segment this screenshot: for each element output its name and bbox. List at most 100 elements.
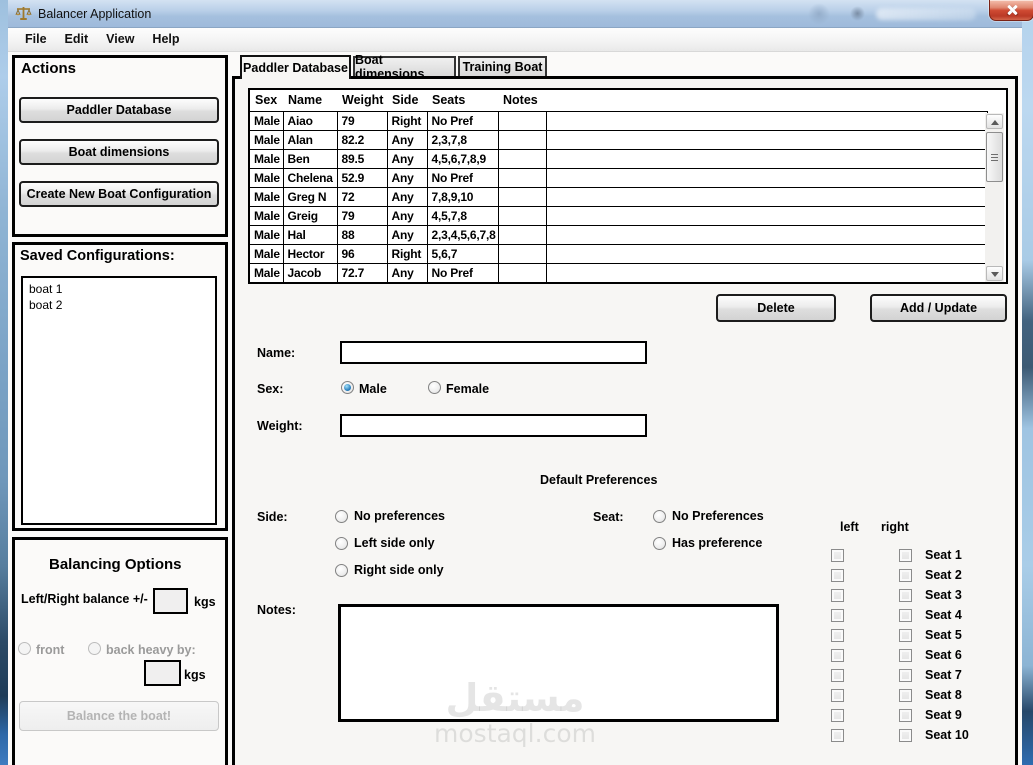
seat-left-checkbox[interactable] [831, 649, 844, 662]
weight-input[interactable] [340, 414, 647, 437]
titlebar[interactable]: Balancer Application [8, 0, 1022, 28]
cell-name: Greg N [283, 187, 337, 206]
seat-left-checkbox[interactable] [831, 669, 844, 682]
saved-configuration-item[interactable]: boat 1 [29, 281, 209, 297]
cell-name: Hector [283, 244, 337, 263]
seat-left-checkbox[interactable] [831, 729, 844, 742]
menu-item[interactable]: File [16, 28, 56, 51]
seat-option-radio[interactable] [653, 510, 666, 523]
table-scrollbar[interactable] [985, 113, 1004, 282]
col-header-weight[interactable]: Weight [337, 90, 387, 111]
balance-the-boat-button[interactable]: Balance the boat! [19, 701, 219, 731]
side-option-radio[interactable] [335, 537, 348, 550]
seat-left-checkbox[interactable] [831, 709, 844, 722]
cell-side: Any [387, 130, 427, 149]
table-row[interactable]: Male Alan 82.2 Any 2,3,7,8 [250, 130, 987, 149]
seat-number-label: Seat 9 [925, 708, 962, 722]
table-row[interactable]: Male Greig 79 Any 4,5,7,8 [250, 206, 987, 225]
tab-training-boat[interactable]: Training Boat [458, 56, 547, 76]
female-radio[interactable] [428, 381, 441, 394]
seat-right-checkbox[interactable] [899, 549, 912, 562]
col-header-seats[interactable]: Seats [427, 90, 498, 111]
tab-paddler-database[interactable]: Paddler Database [240, 55, 351, 79]
seat-right-checkbox[interactable] [899, 629, 912, 642]
name-input[interactable] [340, 341, 647, 364]
seat-left-checkbox[interactable] [831, 629, 844, 642]
col-header-filler [546, 90, 987, 111]
seat-left-checkbox[interactable] [831, 549, 844, 562]
add-update-button[interactable]: Add / Update [870, 294, 1007, 322]
front-radio[interactable] [18, 642, 31, 655]
cell-name: Hal [283, 225, 337, 244]
seat-right-checkbox[interactable] [899, 649, 912, 662]
female-label: Female [446, 382, 489, 396]
seat-right-checkbox[interactable] [899, 709, 912, 722]
cell-filler [546, 225, 987, 244]
notes-textarea[interactable] [338, 604, 779, 722]
seat-right-checkbox[interactable] [899, 669, 912, 682]
seat-right-checkbox[interactable] [899, 609, 912, 622]
seat-right-checkbox[interactable] [899, 729, 912, 742]
seat-left-checkbox[interactable] [831, 589, 844, 602]
seat-option-radio[interactable] [653, 537, 666, 550]
cell-notes [498, 149, 546, 168]
seat-row: Seat 4 [831, 605, 969, 625]
paddler-database-button[interactable]: Paddler Database [19, 97, 219, 123]
table-row[interactable]: Male Ben 89.5 Any 4,5,6,7,8,9 [250, 149, 987, 168]
scroll-up-button[interactable] [986, 114, 1003, 129]
cell-side: Any [387, 149, 427, 168]
col-header-notes[interactable]: Notes [498, 90, 546, 111]
male-radio[interactable] [341, 381, 354, 394]
cell-weight: 82.2 [337, 130, 387, 149]
front-back-input[interactable] [144, 660, 181, 686]
col-header-name[interactable]: Name [283, 90, 337, 111]
notes-label: Notes: [257, 603, 296, 617]
delete-button[interactable]: Delete [716, 294, 836, 322]
cell-side: Right [387, 111, 427, 130]
saved-configuration-item[interactable]: boat 2 [29, 297, 209, 313]
saved-configurations-title: Saved Configurations: [20, 249, 175, 263]
seat-number-label: Seat 7 [925, 668, 962, 682]
seat-right-checkbox[interactable] [899, 689, 912, 702]
sex-label: Sex: [257, 382, 283, 396]
tab-boat-dimensions[interactable]: Boat dimensions [353, 56, 456, 76]
menubar: FileEditViewHelp [8, 28, 1022, 52]
seat-right-checkbox[interactable] [899, 589, 912, 602]
seat-row: Seat 7 [831, 665, 969, 685]
close-button[interactable] [989, 0, 1033, 21]
lr-balance-label: Left/Right balance +/- [21, 592, 148, 606]
scroll-down-button[interactable] [986, 266, 1003, 281]
side-option-radio[interactable] [335, 564, 348, 577]
saved-configurations-list[interactable]: boat 1boat 2 [21, 276, 217, 525]
cell-weight: 52.9 [337, 168, 387, 187]
side-option-radio[interactable] [335, 510, 348, 523]
cell-sex: Male [250, 225, 283, 244]
table-row[interactable]: Male Hector 96 Right 5,6,7 [250, 244, 987, 263]
weight-label: Weight: [257, 419, 303, 433]
table-row[interactable]: Male Greg N 72 Any 7,8,9,10 [250, 187, 987, 206]
boat-dimensions-button[interactable]: Boat dimensions [19, 139, 219, 165]
table-row[interactable]: Male Hal 88 Any 2,3,4,5,6,7,8 [250, 225, 987, 244]
scrollbar-thumb[interactable] [986, 132, 1003, 182]
seat-left-checkbox[interactable] [831, 609, 844, 622]
col-header-sex[interactable]: Sex [250, 90, 283, 111]
table-row[interactable]: Male Chelena 52.9 Any No Pref [250, 168, 987, 187]
table-row[interactable]: Male Aiao 79 Right No Pref [250, 111, 987, 130]
cell-name: Alan [283, 130, 337, 149]
menu-item[interactable]: View [97, 28, 143, 51]
seat-left-checkbox[interactable] [831, 689, 844, 702]
side-option-label: Right side only [354, 563, 444, 577]
back-heavy-radio[interactable] [88, 642, 101, 655]
create-new-boat-configuration-button[interactable]: Create New Boat Configuration [19, 181, 219, 207]
seat-right-checkbox[interactable] [899, 569, 912, 582]
seat-left-checkbox[interactable] [831, 569, 844, 582]
menu-item[interactable]: Help [143, 28, 188, 51]
seat-number-label: Seat 6 [925, 648, 962, 662]
col-header-side[interactable]: Side [387, 90, 427, 111]
table-row[interactable]: Male Jacob 72.7 Any No Pref [250, 263, 987, 282]
lr-balance-input[interactable] [153, 588, 188, 614]
menu-item[interactable]: Edit [56, 28, 98, 51]
cell-seats: No Pref [427, 263, 498, 282]
cell-filler [546, 263, 987, 282]
left-column-header: left [840, 520, 859, 534]
